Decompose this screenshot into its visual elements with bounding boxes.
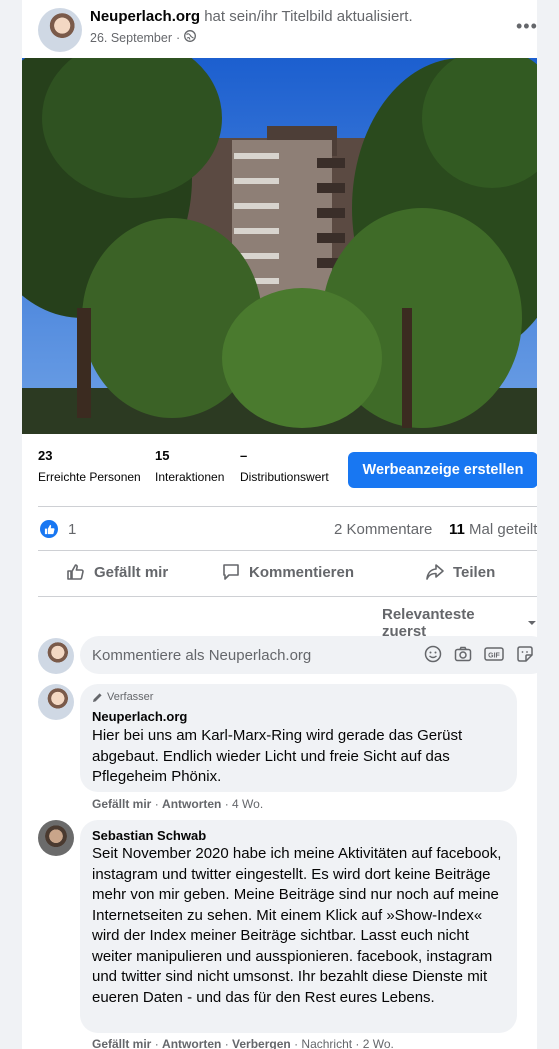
globe-icon — [184, 30, 197, 45]
comment-bubble: Sebastian Schwab Seit November 2020 habe… — [80, 820, 517, 1033]
like-button[interactable]: Gefällt mir — [66, 562, 168, 582]
stat-reach-value: 23 — [38, 448, 53, 463]
stat-reach-label: Erreichte Personen — [38, 470, 141, 484]
comment-meta: Gefällt mir · Antworten · 4 Wo. — [92, 797, 264, 811]
page-avatar[interactable] — [38, 8, 82, 52]
divider — [38, 550, 537, 551]
post-header-title: Neuperlach.org hat sein/ihr Titelbild ak… — [90, 8, 413, 25]
share-count-number: 11 — [449, 521, 465, 538]
comment-time[interactable]: 4 Wo. — [232, 797, 263, 811]
stat-distribution: – — [240, 448, 247, 463]
share-count-text: Mal geteilt — [469, 521, 537, 538]
stat-interactions-value: 15 — [155, 448, 170, 463]
comment-hide-link[interactable]: Verbergen — [232, 1037, 291, 1049]
comment-message-link[interactable]: Nachricht — [301, 1037, 352, 1049]
share-button[interactable]: Teilen — [425, 562, 495, 582]
emoji-icon[interactable] — [424, 645, 442, 663]
comment-time[interactable]: 2 Wo. — [363, 1037, 394, 1049]
share-label: Teilen — [453, 563, 496, 581]
stat-reach: 23 — [38, 448, 52, 463]
sticker-icon[interactable] — [516, 645, 534, 663]
share-icon — [426, 564, 444, 580]
create-ad-button[interactable]: Werbeanzeige erstellen — [348, 452, 537, 488]
pencil-icon — [93, 692, 102, 702]
cover-photo[interactable] — [22, 58, 537, 434]
more-options-icon[interactable]: ••• — [516, 16, 537, 37]
post-date[interactable]: 26. September — [90, 31, 172, 45]
comment-label: Kommentieren — [249, 563, 355, 581]
divider — [38, 596, 537, 597]
comment-input-tools: GIF — [424, 645, 534, 663]
like-label: Gefällt mir — [94, 563, 169, 581]
chevron-down-icon — [528, 621, 537, 625]
sort-label: Relevanteste zuerst — [382, 606, 475, 640]
author-badge-label: Verfasser — [107, 691, 154, 703]
page-background — [0, 0, 22, 1049]
post-action-text: hat sein/ihr Titelbild aktualisiert. — [200, 8, 413, 25]
like-reaction-icon[interactable] — [40, 520, 58, 538]
comment-count[interactable]: 2 Kommentare — [334, 521, 432, 538]
date-separator: · — [176, 30, 181, 45]
comment-author[interactable]: Sebastian Schwab — [92, 828, 206, 843]
comment-author-avatar[interactable] — [38, 684, 74, 720]
stat-distribution-value: – — [240, 448, 248, 463]
comment-reply-link[interactable]: Antworten — [162, 797, 221, 811]
comment-author-avatar[interactable] — [38, 820, 74, 856]
reactions-row: 1 2 Kommentare 11 Mal geteilt — [38, 518, 537, 542]
comment-like-link[interactable]: Gefällt mir — [92, 797, 151, 811]
comment-input[interactable]: Kommentiere als Neuperlach.org GIF — [80, 636, 537, 674]
stat-interactions-label: Interaktionen — [155, 470, 225, 484]
comment-button[interactable]: Kommentieren — [221, 562, 354, 582]
camera-icon[interactable] — [454, 645, 472, 663]
post-meta: 26. September · — [90, 30, 197, 45]
share-count[interactable]: 11 Mal geteilt — [449, 521, 537, 538]
comment-icon — [223, 564, 239, 580]
comment-sort-dropdown[interactable]: Relevanteste zuerst — [382, 606, 537, 640]
stat-distribution-label: Distributionswert — [240, 470, 329, 484]
comment-bubble: Verfasser Neuperlach.org Hier bei uns am… — [80, 684, 517, 792]
divider — [38, 506, 537, 507]
comment-text: Hier bei uns am Karl-Marx-Ring wird gera… — [92, 727, 463, 785]
post-card: Neuperlach.org hat sein/ihr Titelbild ak… — [22, 0, 537, 1049]
comment-text: Seit November 2020 habe ich meine Aktivi… — [92, 845, 502, 1006]
gif-icon[interactable]: GIF — [484, 645, 504, 663]
stat-interactions: 15 — [155, 448, 169, 463]
page-name-link[interactable]: Neuperlach.org — [90, 8, 200, 25]
author-badge: Verfasser — [92, 691, 153, 703]
comment-input-placeholder: Kommentiere als Neuperlach.org — [92, 647, 312, 664]
reaction-count[interactable]: 1 — [68, 521, 76, 538]
commenter-avatar — [38, 638, 74, 674]
comment-like-link[interactable]: Gefällt mir — [92, 1037, 151, 1049]
comment-reply-link[interactable]: Antworten — [162, 1037, 221, 1049]
svg-text:GIF: GIF — [488, 652, 500, 659]
comment-meta: Gefällt mir · Antworten · Verbergen · Na… — [92, 1037, 394, 1049]
thumbs-up-icon — [67, 564, 84, 580]
comment-author[interactable]: Neuperlach.org — [92, 709, 187, 724]
